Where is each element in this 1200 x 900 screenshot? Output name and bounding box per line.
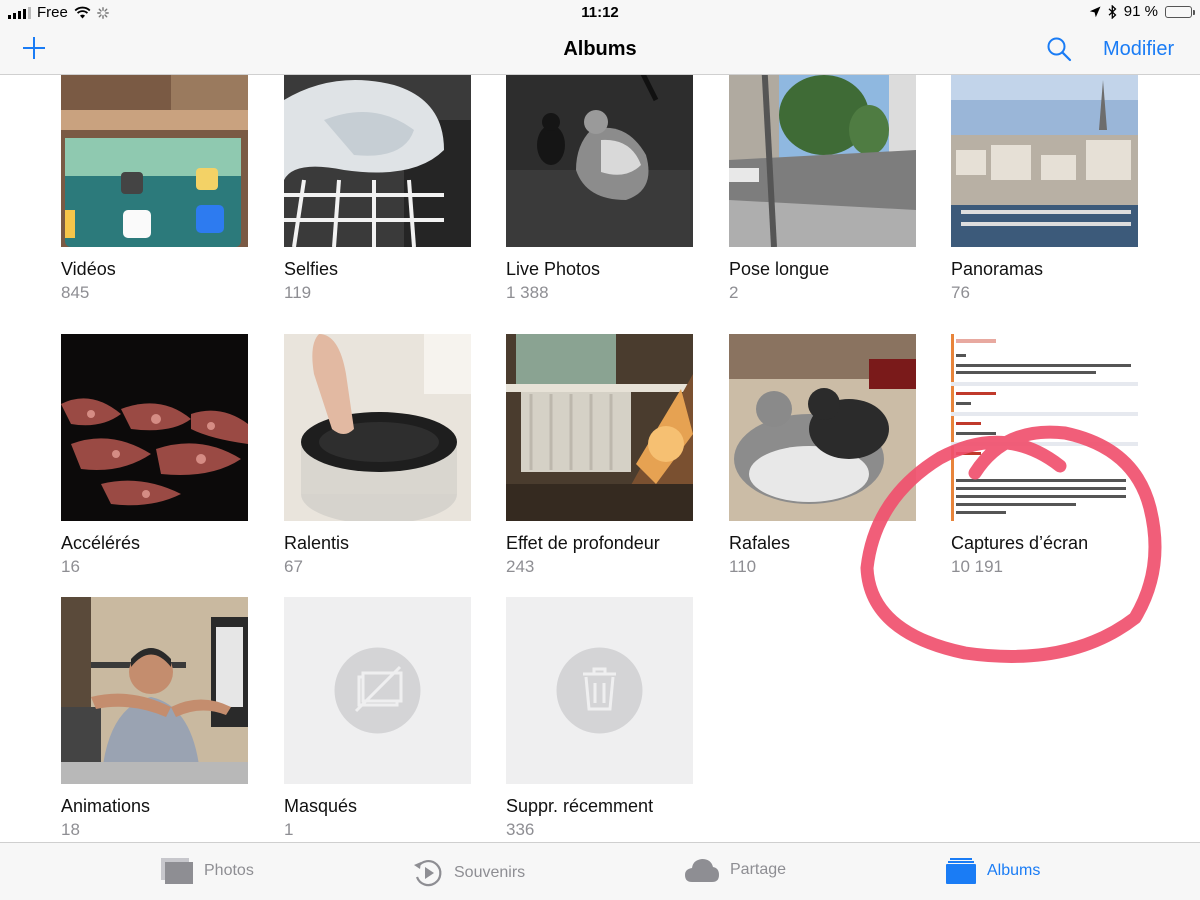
album-thumbnail	[284, 597, 471, 784]
album-thumbnail	[506, 75, 693, 247]
status-time: 11:12	[581, 4, 619, 21]
album-count: 1 388	[506, 283, 549, 302]
status-left: Free	[8, 4, 109, 21]
album-count: 18	[61, 820, 80, 839]
page-title: Albums	[563, 38, 637, 60]
navigation-bar: Albums Modifier	[0, 24, 1200, 75]
album-name: Captures d’écran	[951, 533, 1089, 553]
album-videos[interactable]: Vidéos 845	[61, 75, 251, 303]
album-name: Rafales	[729, 533, 791, 553]
status-right: 91 %	[1089, 3, 1195, 20]
album-count: 1	[284, 820, 294, 839]
tab-label: Souvenirs	[454, 864, 526, 881]
album-slow-motion[interactable]: Ralentis 67	[284, 334, 474, 577]
album-name: Live Photos	[506, 259, 601, 279]
album-name: Suppr. récemment	[506, 796, 654, 816]
tab-bar: Photos Souvenirs Partage Albums	[0, 842, 1200, 900]
album-long-exposure[interactable]: Pose longue 2	[729, 75, 919, 303]
album-thumbnail	[729, 334, 916, 521]
album-name: Animations	[61, 796, 151, 816]
album-name: Vidéos	[61, 259, 116, 279]
signal-strength-icon	[8, 6, 31, 19]
location-arrow-icon	[1089, 6, 1101, 17]
album-name: Selfies	[284, 259, 339, 279]
album-panoramas[interactable]: Panoramas 76	[951, 75, 1141, 303]
album-count: 16	[61, 557, 80, 576]
album-screenshots[interactable]: Captures d’écran 10 191	[951, 334, 1141, 577]
album-name: Masqués	[284, 796, 358, 816]
tab-label: Partage	[730, 861, 787, 878]
album-thumbnail	[951, 75, 1138, 247]
album-timelapse[interactable]: Accélérés 16	[61, 334, 251, 577]
album-count: 67	[284, 557, 303, 576]
album-count: 845	[61, 283, 90, 302]
wifi-icon	[74, 6, 91, 19]
album-thumbnail	[61, 75, 248, 247]
album-name: Panoramas	[951, 259, 1044, 279]
album-name: Accélérés	[61, 533, 141, 553]
album-selfies[interactable]: Selfies 119	[284, 75, 474, 303]
album-hidden[interactable]: Masqués 1	[284, 597, 474, 840]
album-name: Pose longue	[729, 259, 830, 279]
tab-shared[interactable]: Partage	[684, 857, 786, 883]
album-bursts[interactable]: Rafales 110	[729, 334, 919, 577]
album-thumbnail	[729, 75, 916, 247]
albums-grid: Vidéos 845 Selfies 119 Live Photos 1 388…	[0, 75, 1200, 842]
album-name: Ralentis	[284, 533, 350, 553]
memories-play-icon	[414, 860, 442, 887]
album-count: 243	[506, 557, 535, 576]
album-count: 110	[729, 557, 757, 576]
tab-label: Albums	[987, 862, 1041, 879]
album-thumbnail	[284, 334, 471, 521]
hidden-album-icon	[354, 665, 403, 713]
cloud-icon	[685, 859, 719, 882]
album-thumbnail	[951, 334, 1138, 521]
albums-folder-icon	[946, 858, 976, 884]
edit-button[interactable]: Modifier	[1103, 38, 1174, 61]
status-bar: Free 11:12 91 %	[0, 0, 1200, 24]
album-thumbnail	[61, 597, 248, 784]
add-icon[interactable]	[20, 34, 48, 62]
activity-spinner-icon	[96, 6, 109, 19]
battery-percent: 91 %	[1123, 3, 1158, 20]
carrier-name: Free	[37, 4, 68, 21]
album-thumbnail	[506, 334, 693, 521]
album-animations[interactable]: Animations 18	[61, 597, 251, 840]
album-depth-effect[interactable]: Effet de profondeur 243	[506, 334, 696, 577]
search-icon[interactable]	[1046, 36, 1072, 62]
tab-memories[interactable]: Souvenirs	[412, 857, 525, 889]
album-count: 336	[506, 820, 535, 839]
album-count: 10 191	[951, 557, 1003, 576]
album-count: 2	[729, 283, 739, 302]
album-count: 76	[951, 283, 970, 302]
photos-stack-icon	[161, 858, 193, 884]
battery-icon	[1165, 5, 1195, 18]
album-thumbnail	[61, 334, 248, 521]
tab-albums[interactable]: Albums	[945, 857, 1040, 885]
album-live-photos[interactable]: Live Photos 1 388	[506, 75, 696, 303]
album-recently-deleted[interactable]: Suppr. récemment 336	[506, 597, 696, 840]
album-thumbnail	[506, 597, 693, 784]
album-thumbnail	[284, 75, 471, 247]
bluetooth-icon	[1108, 4, 1117, 19]
tab-photos[interactable]: Photos	[160, 857, 254, 885]
album-name: Effet de profondeur	[506, 533, 660, 553]
album-count: 119	[284, 283, 312, 302]
tab-label: Photos	[204, 862, 254, 879]
